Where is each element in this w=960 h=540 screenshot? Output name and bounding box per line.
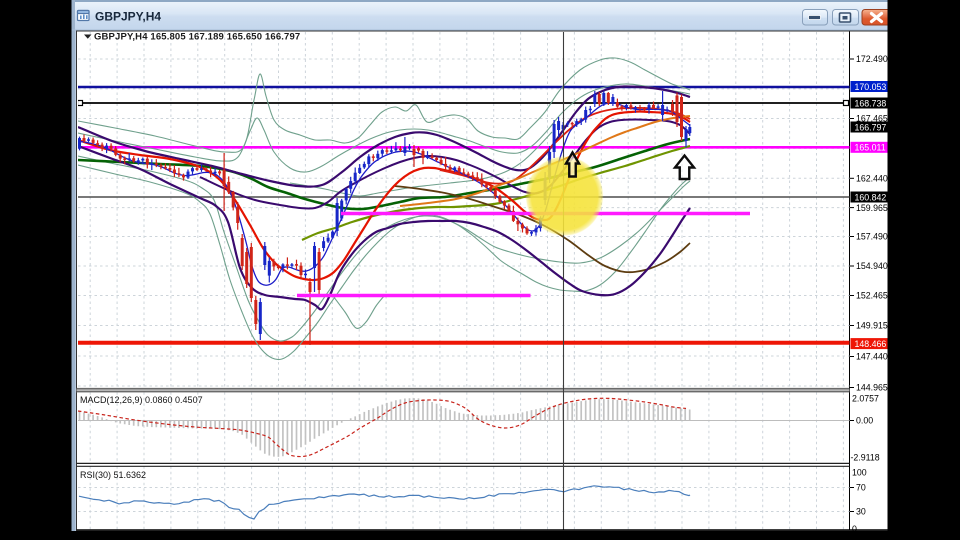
svg-text:MACD(12,26,9) 0.0860 0.4507: MACD(12,26,9) 0.0860 0.4507 bbox=[80, 395, 203, 405]
svg-text:168.738: 168.738 bbox=[855, 98, 887, 108]
svg-text:70: 70 bbox=[856, 483, 866, 493]
svg-text:GBPJPY,H4: GBPJPY,H4 bbox=[95, 10, 161, 24]
svg-text:148.466: 148.466 bbox=[855, 339, 887, 349]
svg-text:154.940: 154.940 bbox=[856, 261, 888, 271]
svg-text:2.0757: 2.0757 bbox=[852, 394, 879, 404]
svg-text:170.053: 170.053 bbox=[855, 82, 887, 92]
svg-text:162.440: 162.440 bbox=[856, 174, 888, 184]
svg-text:166.797: 166.797 bbox=[855, 122, 887, 132]
svg-text:159.965: 159.965 bbox=[856, 203, 888, 213]
svg-text:172.490: 172.490 bbox=[856, 54, 888, 64]
svg-text:147.440: 147.440 bbox=[856, 352, 888, 362]
svg-text:157.490: 157.490 bbox=[856, 232, 888, 242]
svg-text:30: 30 bbox=[856, 507, 866, 517]
svg-text:149.915: 149.915 bbox=[856, 321, 888, 331]
svg-text:152.465: 152.465 bbox=[856, 291, 888, 301]
svg-text:GBPJPY,H4 165.805 167.189 165: GBPJPY,H4 165.805 167.189 165.650 166.79… bbox=[94, 32, 300, 43]
svg-text:RSI(30) 51.6362: RSI(30) 51.6362 bbox=[80, 470, 146, 480]
svg-text:100: 100 bbox=[852, 467, 867, 477]
svg-text:0.00: 0.00 bbox=[856, 416, 873, 426]
svg-text:144.965: 144.965 bbox=[856, 383, 888, 393]
svg-text:160.842: 160.842 bbox=[855, 192, 887, 202]
svg-text:165.011: 165.011 bbox=[855, 143, 886, 153]
svg-text:-2.9118: -2.9118 bbox=[851, 453, 880, 463]
